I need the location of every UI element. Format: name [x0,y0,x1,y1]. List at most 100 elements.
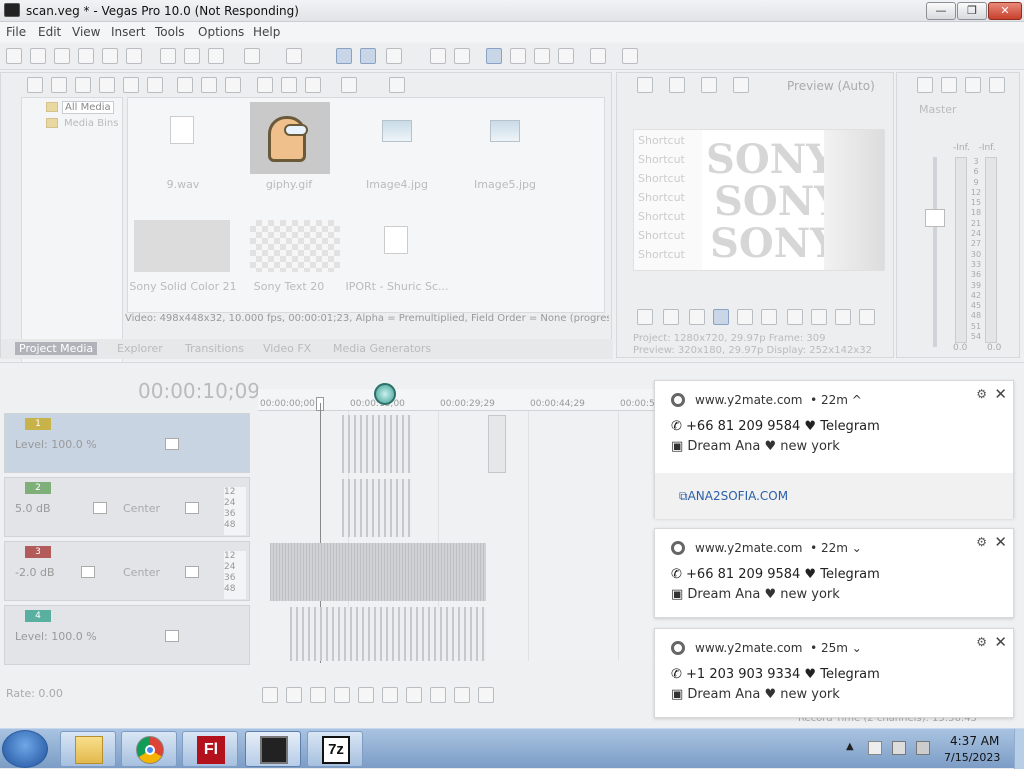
loop-playback-icon[interactable] [663,309,679,325]
previous-frame-icon[interactable] [454,687,470,703]
menu-view[interactable]: View [72,25,100,39]
import-media-icon[interactable] [27,77,43,93]
copy-icon[interactable] [184,48,200,64]
dim-output-icon[interactable] [989,77,1005,93]
media-properties-icon[interactable] [201,77,217,93]
track-header-3[interactable]: 3 -2.0 dB Center [4,541,250,601]
play-from-start-icon[interactable] [310,687,326,703]
zoom-tool-icon[interactable] [558,48,574,64]
loop-playback-icon[interactable] [286,687,302,703]
menu-tools[interactable]: Tools [155,25,185,39]
media-item[interactable]: Image4.jpg [342,102,452,198]
snap-icon[interactable] [336,48,352,64]
preview-fx-icon[interactable] [701,77,717,93]
gear-icon[interactable]: ⚙ [976,535,987,549]
chrome-notification[interactable]: www.y2mate.com • 25m ⌄ ⚙ ✕ ✆ +1 203 903 … [654,628,1014,718]
preview-quality-select[interactable]: Preview (Auto) [787,79,875,93]
media-fx-icon[interactable] [225,77,241,93]
go-to-start-icon[interactable] [406,687,422,703]
taskbar-vegas[interactable] [245,731,301,767]
chrome-notification[interactable]: www.y2mate.com • 22m ^ ⚙ ✕ ✆ +66 81 209 … [654,380,1014,519]
search-icon[interactable] [389,77,405,93]
go-to-end-icon[interactable] [811,309,827,325]
media-item[interactable]: Sony Solid Color 21 [128,212,238,308]
minimize-button[interactable]: — [926,2,956,20]
stop-icon[interactable] [761,309,777,325]
level-slider[interactable] [165,438,179,450]
lock-envelopes-icon[interactable] [430,48,446,64]
properties-icon[interactable] [126,48,142,64]
media-item[interactable]: Sony Text 20 [234,212,344,308]
record-icon[interactable] [262,687,278,703]
taskbar-explorer[interactable] [60,731,116,767]
pause-icon[interactable] [358,687,374,703]
close-icon[interactable]: ✕ [994,385,1007,403]
clock-date[interactable]: 7/15/2023 [944,751,1000,764]
help-icon[interactable] [622,48,638,64]
chevron-up-icon[interactable]: ^ [852,393,862,407]
start-button[interactable] [2,730,48,768]
media-item[interactable]: 9.wav [128,102,238,198]
tab-video-fx[interactable]: Video FX [263,342,311,355]
redo-icon[interactable] [286,48,302,64]
show-desktop-button[interactable] [1014,729,1024,769]
track-header-2[interactable]: 2 5.0 dB Center [4,477,250,537]
tab-media-generators[interactable]: Media Generators [333,342,431,355]
normal-edit-tool-icon[interactable] [486,48,502,64]
action-center-icon[interactable] [868,741,882,755]
pan-slider[interactable] [185,566,199,578]
extract-audio-icon[interactable] [123,77,139,93]
tab-explorer[interactable]: Explorer [117,342,163,355]
save-icon[interactable] [54,48,70,64]
clock-time[interactable]: 4:37 AM [950,734,999,748]
tab-project-media[interactable]: Project Media [15,342,98,355]
undo-icon[interactable] [244,48,260,64]
track-header-1[interactable]: 1 Level: 100.0 % [4,413,250,473]
volume-slider[interactable] [93,502,107,514]
taskbar-chrome[interactable] [121,731,177,767]
envelope-tool-icon[interactable] [510,48,526,64]
taskbar-7zip[interactable]: 7z [307,731,363,767]
new-icon[interactable] [6,48,22,64]
volume-muted-icon[interactable] [916,741,930,755]
auto-preview-icon[interactable] [257,77,273,93]
notification-action[interactable]: ⧉ANA2SOFIA.COM [655,473,1013,519]
menu-options[interactable]: Options [198,25,244,39]
paste-icon[interactable] [208,48,224,64]
close-icon[interactable]: ✕ [994,533,1007,551]
play-icon[interactable] [713,309,729,325]
tab-transitions[interactable]: Transitions [185,342,244,355]
record-icon[interactable] [637,309,653,325]
split-screen-icon[interactable] [733,77,749,93]
track-header-4[interactable]: 4 Level: 100.0 % [4,605,250,665]
audio-clip[interactable] [342,479,412,537]
video-clip[interactable] [488,415,506,473]
save-as-icon[interactable] [78,48,94,64]
menu-file[interactable]: File [6,25,26,39]
get-media-icon[interactable] [75,77,91,93]
master-fader[interactable] [925,209,945,227]
media-item[interactable]: Image5.jpg [450,102,560,198]
get-photo-icon[interactable] [99,77,115,93]
media-item[interactable]: IPORt - Shuric Sc... [342,212,452,308]
mixer-properties-icon[interactable] [917,77,933,93]
video-clip[interactable] [342,415,412,473]
loop-icon[interactable] [305,77,321,93]
notification-link[interactable]: ⧉ANA2SOFIA.COM [679,489,788,504]
auto-crossfade-icon[interactable] [360,48,376,64]
pause-icon[interactable] [737,309,753,325]
audio-clip[interactable] [270,543,486,601]
open-icon[interactable] [30,48,46,64]
downmix-icon[interactable] [965,77,981,93]
gear-icon[interactable]: ⚙ [976,635,987,649]
volume-slider[interactable] [81,566,95,578]
previous-frame-icon[interactable] [835,309,851,325]
play-from-start-icon[interactable] [689,309,705,325]
close-icon[interactable]: ✕ [994,633,1007,651]
maximize-button[interactable]: ❐ [957,2,987,20]
taskbar-flash[interactable]: Fl [182,731,238,767]
ignore-grouping-icon[interactable] [454,48,470,64]
menu-help[interactable]: Help [253,25,280,39]
play-icon[interactable] [334,687,350,703]
whats-this-icon[interactable] [590,48,606,64]
